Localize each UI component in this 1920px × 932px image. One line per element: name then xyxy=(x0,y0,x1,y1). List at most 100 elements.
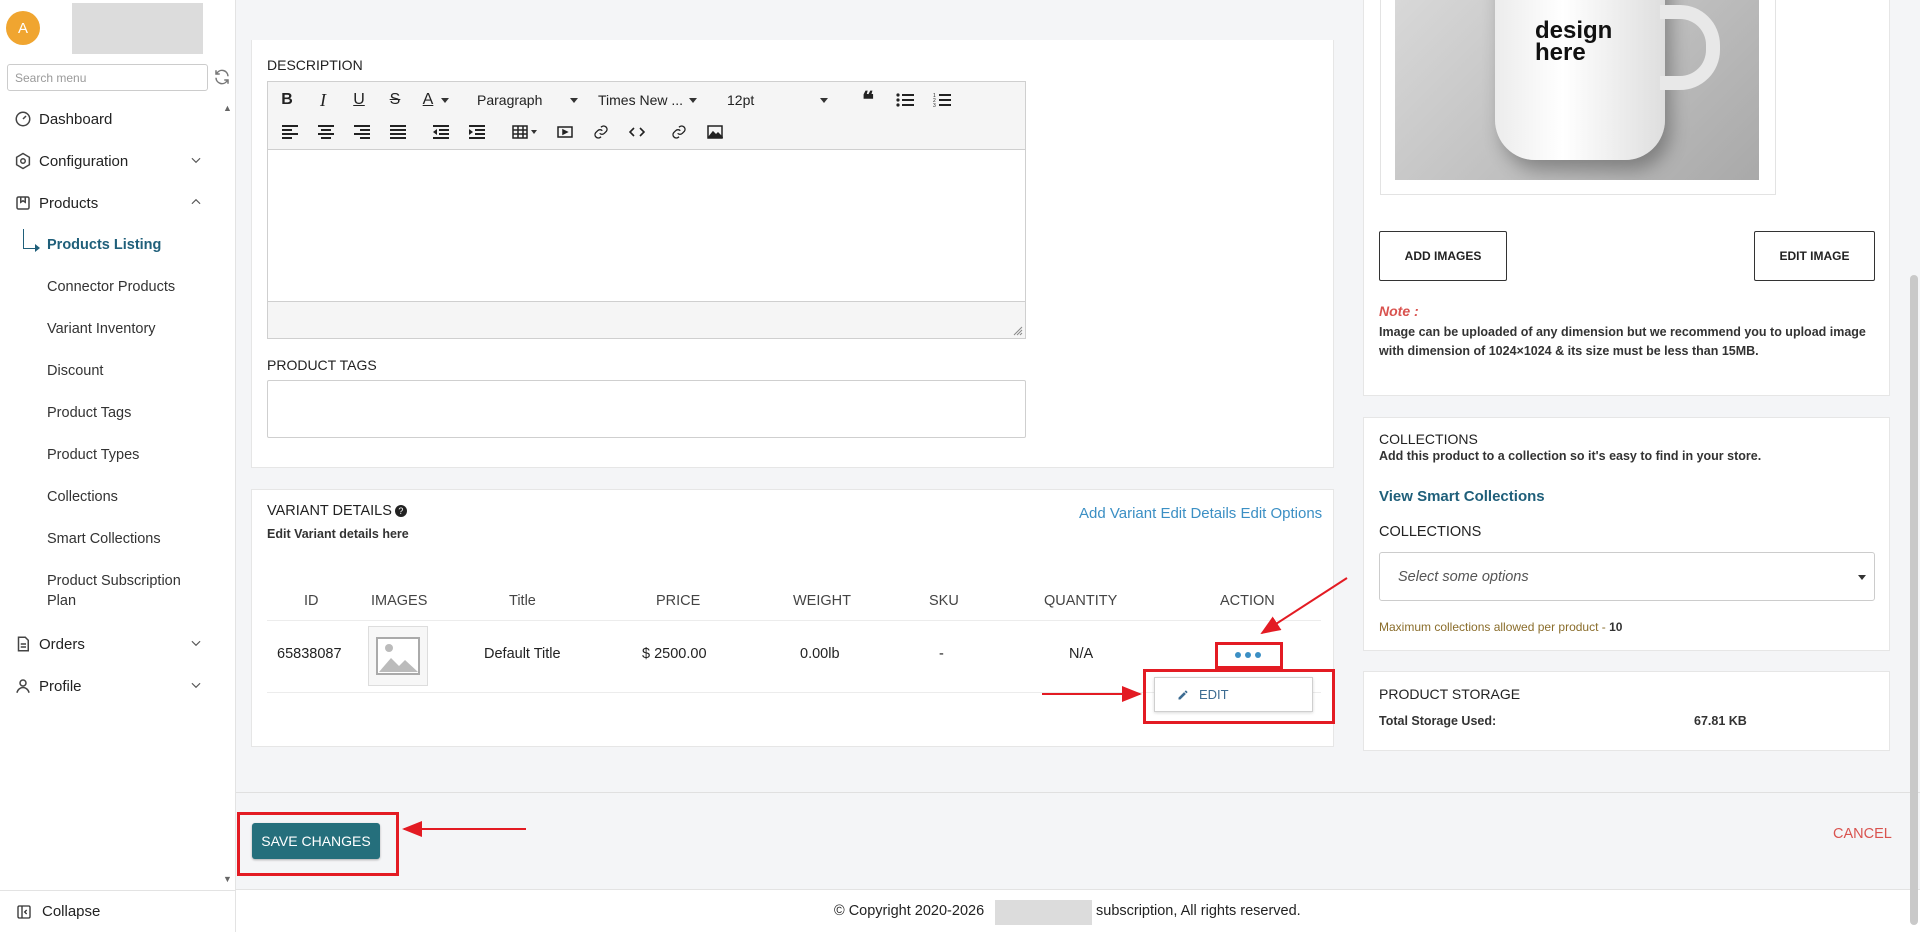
view-smart-collections-link[interactable]: View Smart Collections xyxy=(1379,488,1545,505)
sidebar: A ▲ Dashboard Configuration Products Pro… xyxy=(0,0,236,932)
column-header-price: PRICE xyxy=(656,593,701,609)
storage-used-label: Total Storage Used: xyxy=(1379,714,1497,728)
editor-toolbar: B I U S A Paragraph Times New ... 12pt ❝… xyxy=(268,82,1025,150)
numbered-list-icon[interactable]: 123 xyxy=(930,88,954,112)
image-icon[interactable] xyxy=(703,120,727,144)
help-icon[interactable]: ? xyxy=(394,505,407,517)
collections-select[interactable]: Select some options xyxy=(1379,552,1875,601)
align-right-icon[interactable] xyxy=(350,120,374,144)
font-size-value: 12pt xyxy=(727,92,755,108)
table-icon[interactable] xyxy=(508,120,540,144)
sidebar-item-products[interactable]: Products xyxy=(0,188,226,218)
highlight-more-actions xyxy=(1215,642,1283,669)
align-left-icon[interactable] xyxy=(278,120,302,144)
sidebar-item-configuration[interactable]: Configuration xyxy=(0,146,226,176)
sidebar-subitem-product-subscription-plan[interactable]: Product Subscription Plan xyxy=(47,571,207,611)
sidebar-subitem-products-listing[interactable]: Products Listing xyxy=(47,235,217,255)
chevron-up-icon xyxy=(191,198,201,205)
document-icon xyxy=(17,636,29,652)
chevron-down-icon xyxy=(191,157,201,164)
max-collections-value: 10 xyxy=(1609,620,1623,634)
product-storage-card xyxy=(1363,671,1890,751)
scroll-down-icon[interactable]: ▼ xyxy=(223,874,232,884)
column-header-sku: SKU xyxy=(929,593,959,609)
add-images-button[interactable]: ADD IMAGES xyxy=(1379,231,1507,281)
max-collections-label: Maximum collections allowed per product … xyxy=(1379,620,1610,634)
collapse-label: Collapse xyxy=(42,903,101,920)
code-icon[interactable] xyxy=(625,120,649,144)
underline-button[interactable]: U xyxy=(347,88,371,112)
variant-details-title: VARIANT DETAILS? xyxy=(267,503,407,519)
editor-statusbar xyxy=(268,301,1025,338)
product-image-preview[interactable]: design here xyxy=(1395,0,1759,180)
link-icon[interactable] xyxy=(667,120,691,144)
sidebar-item-label: Orders xyxy=(39,635,85,653)
table-divider xyxy=(267,620,1321,621)
collections-title: COLLECTIONS xyxy=(1379,431,1478,447)
collapse-icon xyxy=(17,904,31,919)
avatar[interactable]: A xyxy=(6,11,40,45)
search-menu-input[interactable] xyxy=(7,64,208,91)
editor-content-area[interactable] xyxy=(268,150,1025,301)
column-header-images: IMAGES xyxy=(371,593,428,609)
collections-field-label: COLLECTIONS xyxy=(1379,524,1482,540)
indent-icon[interactable] xyxy=(465,120,489,144)
edit-image-button[interactable]: EDIT IMAGE xyxy=(1754,231,1875,281)
sidebar-subitem-product-types[interactable]: Product Types xyxy=(47,445,217,465)
align-center-icon[interactable] xyxy=(314,120,338,144)
cancel-button[interactable]: CANCEL xyxy=(1833,826,1892,842)
variant-image-placeholder[interactable] xyxy=(368,626,428,686)
sidebar-item-label: Profile xyxy=(39,677,82,695)
link-icon[interactable] xyxy=(589,120,613,144)
description-label: DESCRIPTION xyxy=(267,57,363,73)
font-family-value: Times New ... xyxy=(598,92,684,108)
bold-button[interactable]: B xyxy=(275,88,299,112)
image-placeholder-icon xyxy=(376,637,420,675)
product-storage-title: PRODUCT STORAGE xyxy=(1379,686,1521,702)
sidebar-item-label: Configuration xyxy=(39,152,129,170)
block-format-select[interactable]: Paragraph xyxy=(477,88,579,112)
font-family-select[interactable]: Times New ... xyxy=(598,88,698,112)
cell-weight: 0.00lb xyxy=(800,646,840,662)
sidebar-item-orders[interactable]: Orders xyxy=(0,629,226,659)
column-header-quantity: QUANTITY xyxy=(1044,593,1118,609)
footer: © Copyright 2020-2026 subscription, All … xyxy=(236,889,1920,932)
sidebar-subitem-smart-collections[interactable]: Smart Collections xyxy=(47,529,217,549)
sidebar-subitem-collections[interactable]: Collections xyxy=(47,487,217,507)
svg-text:3: 3 xyxy=(933,103,936,108)
block-format-value: Paragraph xyxy=(477,92,543,108)
column-header-id: ID xyxy=(304,593,319,609)
collapse-button[interactable]: Collapse xyxy=(0,890,236,932)
resize-handle-icon[interactable] xyxy=(1013,326,1023,336)
italic-button[interactable]: I xyxy=(311,88,335,112)
product-tags-label: PRODUCT TAGS xyxy=(267,357,377,373)
sidebar-item-profile[interactable]: Profile xyxy=(0,671,226,701)
align-justify-icon[interactable] xyxy=(386,120,410,144)
sidebar-subitem-discount[interactable]: Discount xyxy=(47,361,217,381)
variant-details-subtitle: Edit Variant details here xyxy=(267,527,409,541)
page-scrollbar[interactable] xyxy=(1910,275,1918,925)
blockquote-icon[interactable]: ❝ xyxy=(856,87,880,112)
note-title: Note : xyxy=(1379,303,1419,319)
sidebar-item-dashboard[interactable]: Dashboard xyxy=(0,104,226,134)
footer-copyright: © Copyright 2020-2026 xyxy=(834,903,985,919)
media-icon[interactable] xyxy=(553,120,577,144)
sidebar-subitem-product-tags[interactable]: Product Tags xyxy=(47,403,217,423)
refresh-icon[interactable] xyxy=(213,68,231,86)
dashboard-icon xyxy=(15,111,31,127)
outdent-icon[interactable] xyxy=(429,120,453,144)
footer-brand-placeholder xyxy=(995,900,1092,925)
font-size-select[interactable]: 12pt xyxy=(727,88,829,112)
box-icon xyxy=(16,196,30,210)
product-tags-input[interactable] xyxy=(267,380,1026,438)
cell-id: 65838087 xyxy=(277,646,342,662)
bullet-list-icon[interactable] xyxy=(893,88,917,112)
column-header-title: Title xyxy=(509,593,536,609)
strikethrough-button[interactable]: S xyxy=(383,88,407,112)
logo-placeholder xyxy=(72,3,203,54)
sidebar-subitem-connector-products[interactable]: Connector Products xyxy=(47,277,217,297)
variant-action-links[interactable]: Add Variant Edit Details Edit Options xyxy=(1079,505,1322,522)
sidebar-subitem-variant-inventory[interactable]: Variant Inventory xyxy=(47,319,217,339)
text-color-button[interactable]: A xyxy=(419,88,453,112)
highlight-edit-button xyxy=(1143,669,1335,724)
